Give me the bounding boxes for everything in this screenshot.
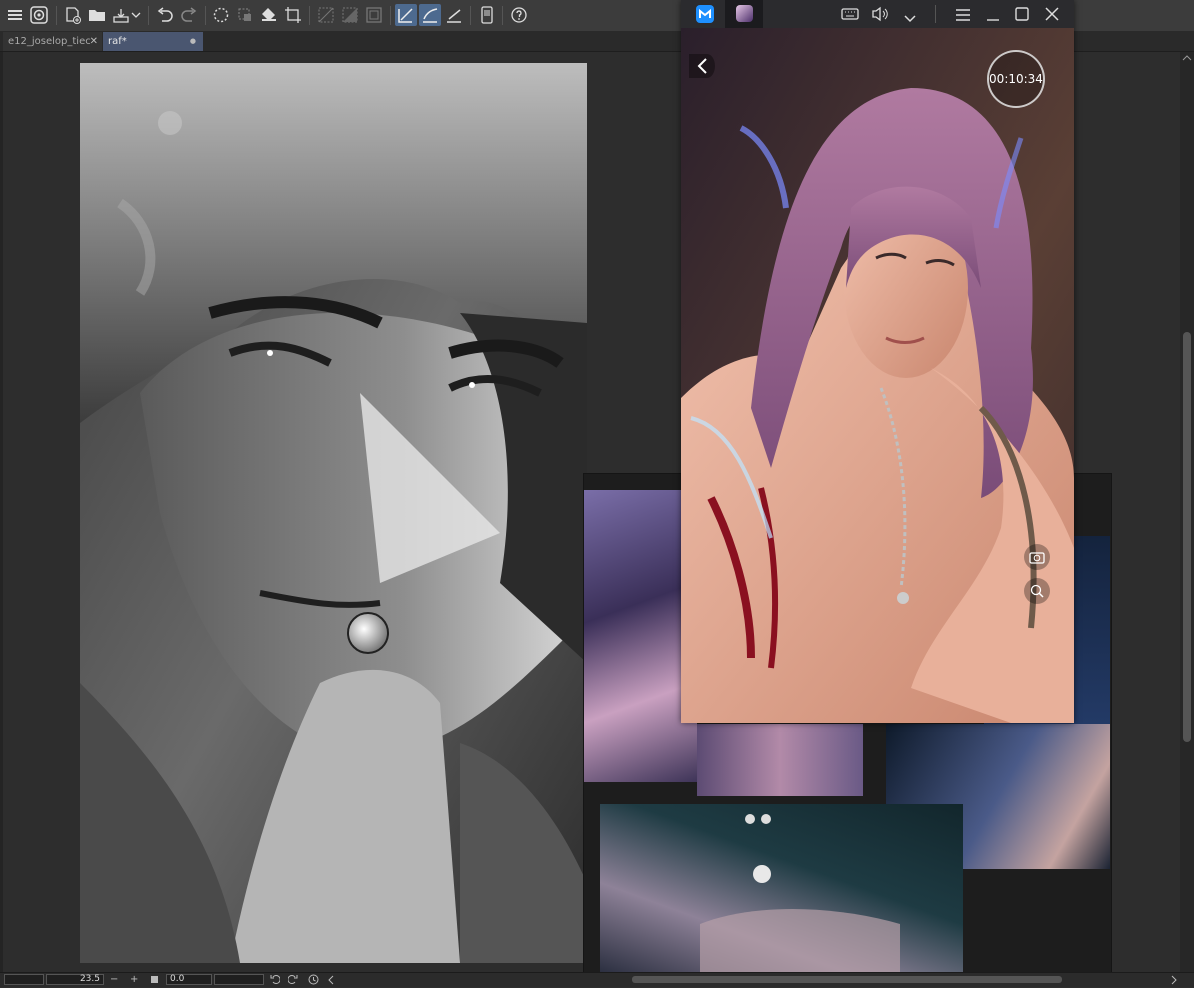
scroll-right-icon[interactable] — [1170, 975, 1178, 988]
rotate-right-icon[interactable] — [287, 974, 298, 987]
grayscale-portrait-painting — [80, 63, 587, 963]
hamburger-icon[interactable] — [955, 7, 971, 26]
special-ruler-icon[interactable] — [419, 4, 441, 26]
emulator-title-bar — [681, 0, 1074, 28]
zoom-field[interactable]: 23.5 — [46, 974, 104, 985]
drawing-canvas[interactable] — [80, 63, 587, 963]
tab-modified-dot-icon[interactable]: ● — [190, 32, 196, 51]
tab-e12-joselop[interactable]: e12_joselop_tieс ✕ — [3, 32, 102, 51]
close-icon[interactable] — [1044, 6, 1060, 26]
transform-icon[interactable] — [210, 4, 232, 26]
horizontal-scroll-thumb[interactable] — [632, 976, 1062, 983]
maximize-icon[interactable] — [1014, 6, 1030, 26]
help-icon[interactable] — [508, 4, 530, 26]
perspective-ruler-icon[interactable] — [443, 4, 465, 26]
stop-icon[interactable] — [151, 976, 158, 983]
timer-badge: 00:10:34 — [987, 50, 1045, 108]
underwater-scene-decor — [700, 814, 900, 973]
tab-label: raf* — [108, 36, 127, 47]
scroll-left-icon[interactable] — [327, 975, 335, 988]
zoom-in-icon[interactable]: + — [130, 973, 138, 986]
game-tab-icon — [736, 5, 753, 22]
border-icon[interactable] — [363, 4, 385, 26]
rotate-left-icon[interactable] — [270, 974, 281, 987]
volume-icon[interactable] — [871, 6, 889, 26]
tab-label: e12_joselop_tieс — [8, 36, 91, 47]
menu-icon[interactable] — [4, 4, 26, 26]
new-canvas-icon[interactable] — [62, 4, 84, 26]
phone-emulator-window[interactable]: 00:10:34 — [681, 0, 1074, 723]
dropdown-icon[interactable] — [129, 4, 143, 26]
left-panel-edge — [0, 52, 3, 972]
camera-icon[interactable] — [1023, 543, 1051, 575]
selection-icon[interactable] — [234, 4, 256, 26]
game-tab[interactable] — [725, 0, 763, 28]
open-folder-icon[interactable] — [86, 4, 108, 26]
tab-close-icon[interactable]: ✕ — [90, 32, 98, 51]
invert-selection-icon[interactable] — [339, 4, 361, 26]
reference-image-underwater[interactable] — [600, 804, 963, 973]
tab-raf[interactable]: raf* ● — [103, 32, 203, 51]
character-portrait-artwork — [681, 28, 1074, 723]
navigator-slider[interactable] — [4, 974, 44, 985]
canvas-status-bar: 23.5 − + 0.0 — [0, 972, 1194, 987]
game-screen[interactable]: 00:10:34 — [681, 28, 1074, 723]
scroll-up-icon[interactable] — [1182, 54, 1192, 65]
vertical-scroll-thumb[interactable] — [1183, 332, 1191, 742]
reference-image-hands-crop[interactable] — [697, 724, 863, 796]
minimize-icon[interactable] — [985, 7, 1001, 26]
back-arrow-icon[interactable] — [689, 54, 715, 78]
fill-icon[interactable] — [258, 4, 280, 26]
clip-studio-icon[interactable] — [28, 4, 50, 26]
redo-icon[interactable] — [178, 4, 200, 26]
undo-icon[interactable] — [154, 4, 176, 26]
rotation-slider[interactable] — [214, 974, 264, 985]
app-logo-icon[interactable] — [696, 5, 714, 23]
ruler-snap-icon[interactable] — [395, 4, 417, 26]
chevron-down-icon[interactable] — [903, 9, 917, 28]
zoom-icon[interactable] — [1023, 577, 1051, 609]
vertical-scrollbar[interactable] — [1180, 52, 1194, 972]
device-icon[interactable] — [476, 4, 498, 26]
keyboard-icon[interactable] — [841, 6, 859, 25]
rotation-field[interactable]: 0.0 — [166, 974, 212, 985]
zoom-out-icon[interactable]: − — [110, 973, 118, 986]
deselect-icon[interactable] — [315, 4, 337, 26]
crop-icon[interactable] — [282, 4, 304, 26]
